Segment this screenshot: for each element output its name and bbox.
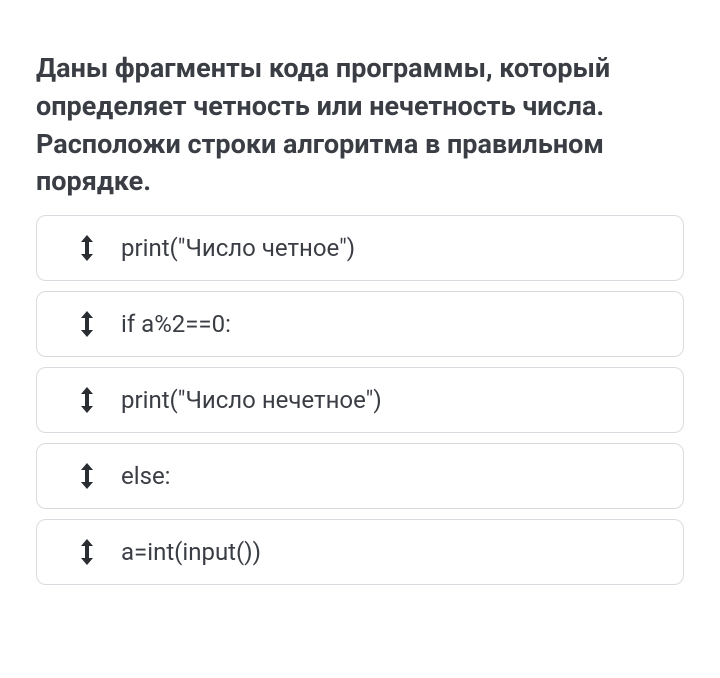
drag-handle-icon[interactable] <box>77 386 97 414</box>
item-text: a=int(input()) <box>121 538 261 566</box>
item-text: print("Число нечетное") <box>121 386 382 414</box>
sortable-item[interactable]: print("Число нечетное") <box>36 367 684 433</box>
question-title: Даны фрагменты кода программы, который о… <box>36 50 684 201</box>
drag-handle-icon[interactable] <box>77 538 97 566</box>
item-text: if a%2==0: <box>121 310 231 338</box>
drag-handle-icon[interactable] <box>77 234 97 262</box>
drag-handle-icon[interactable] <box>77 310 97 338</box>
item-text: print("Число четное") <box>121 234 355 262</box>
item-text: else: <box>121 462 171 490</box>
drag-handle-icon[interactable] <box>77 462 97 490</box>
sortable-item[interactable]: else: <box>36 443 684 509</box>
sortable-item[interactable]: if a%2==0: <box>36 291 684 357</box>
sortable-list: print("Число четное") if a%2==0: print("… <box>36 215 684 585</box>
sortable-item[interactable]: a=int(input()) <box>36 519 684 585</box>
sortable-item[interactable]: print("Число четное") <box>36 215 684 281</box>
